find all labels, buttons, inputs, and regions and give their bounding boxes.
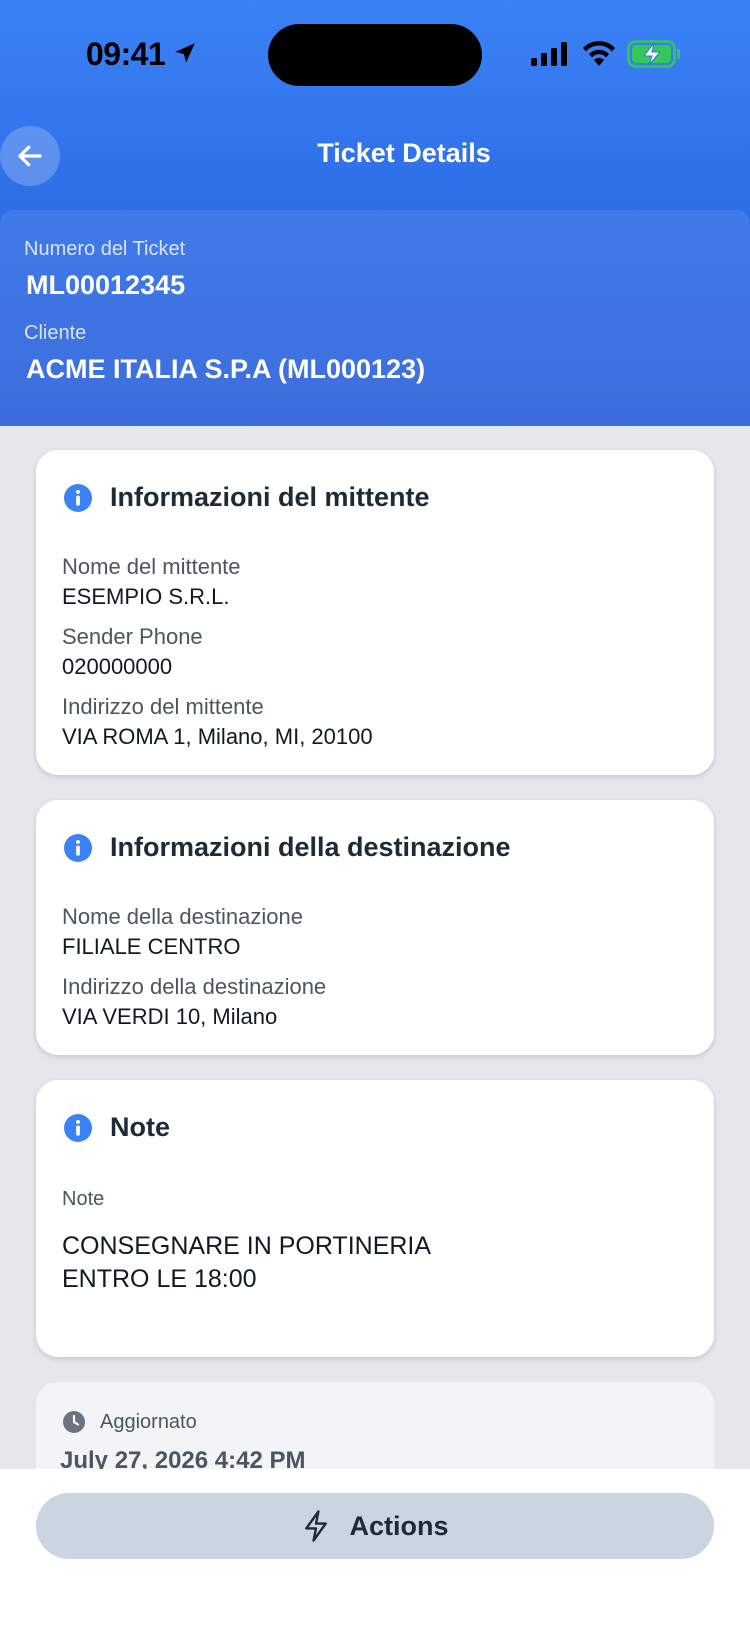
sender-info-card: Informazioni del mittente Nome del mitte… <box>36 450 714 775</box>
bottom-action-bar: Actions <box>0 1469 750 1629</box>
header: 09:41 Ticket Details Numero del Ticket M… <box>0 0 750 426</box>
status-bar: 09:41 <box>0 0 750 110</box>
battery-charging-icon <box>627 40 680 68</box>
sender-address-label: Indirizzo del mittente <box>62 694 264 719</box>
sender-card-header: Informazioni del mittente <box>64 482 430 513</box>
notes-card: Note Note CONSEGNARE IN PORTINERIA ENTRO… <box>36 1080 714 1357</box>
status-time: 09:41 <box>86 36 166 72</box>
client-name: ACME ITALIA S.P.A (ML000123) <box>26 354 426 384</box>
sender-phone: 020000000 <box>62 654 173 679</box>
actions-button[interactable]: Actions <box>36 1493 714 1559</box>
destination-address: VIA VERDI 10, Milano <box>62 1004 278 1029</box>
signal-icon <box>531 42 567 66</box>
bolt-icon <box>305 1510 328 1542</box>
destination-address-label: Indirizzo della destinazione <box>62 974 327 999</box>
updated-label: Aggiornato <box>100 1411 197 1433</box>
ticket-number-label: Numero del Ticket <box>24 238 186 260</box>
notes-card-title: Note <box>110 1112 170 1142</box>
notes-card-header: Note <box>64 1112 170 1143</box>
sender-card-title: Informazioni del mittente <box>110 482 430 512</box>
info-icon <box>64 1113 92 1142</box>
notes-text: CONSEGNARE IN PORTINERIA ENTRO LE 18:00 <box>62 1232 432 1293</box>
location-arrow-icon <box>175 43 195 63</box>
destination-card-title: Informazioni della destinazione <box>110 832 511 862</box>
clock-icon <box>63 1411 85 1433</box>
destination-name: FILIALE CENTRO <box>62 934 241 959</box>
sender-phone-label: Sender Phone <box>62 624 203 649</box>
wifi-icon <box>583 41 615 66</box>
ticket-number: ML00012345 <box>26 270 186 300</box>
destination-info-card: Informazioni della destinazione Nome del… <box>36 800 714 1055</box>
info-icon <box>64 483 92 512</box>
ticket-summary-panel: Numero del Ticket ML00012345 Cliente ACM… <box>0 210 750 426</box>
actions-label: Actions <box>349 1510 449 1541</box>
dynamic-island <box>268 24 482 86</box>
notes-label: Note <box>62 1188 105 1210</box>
sender-name-label: Nome del mittente <box>62 554 241 579</box>
page-title: Ticket Details <box>317 138 491 168</box>
destination-card-header: Informazioni della destinazione <box>64 832 511 863</box>
sender-name: ESEMPIO S.R.L. <box>62 584 230 609</box>
info-icon <box>64 833 92 862</box>
sender-address: VIA ROMA 1, Milano, MI, 20100 <box>62 724 373 749</box>
destination-name-label: Nome della destinazione <box>62 904 303 929</box>
client-label: Cliente <box>24 322 87 344</box>
